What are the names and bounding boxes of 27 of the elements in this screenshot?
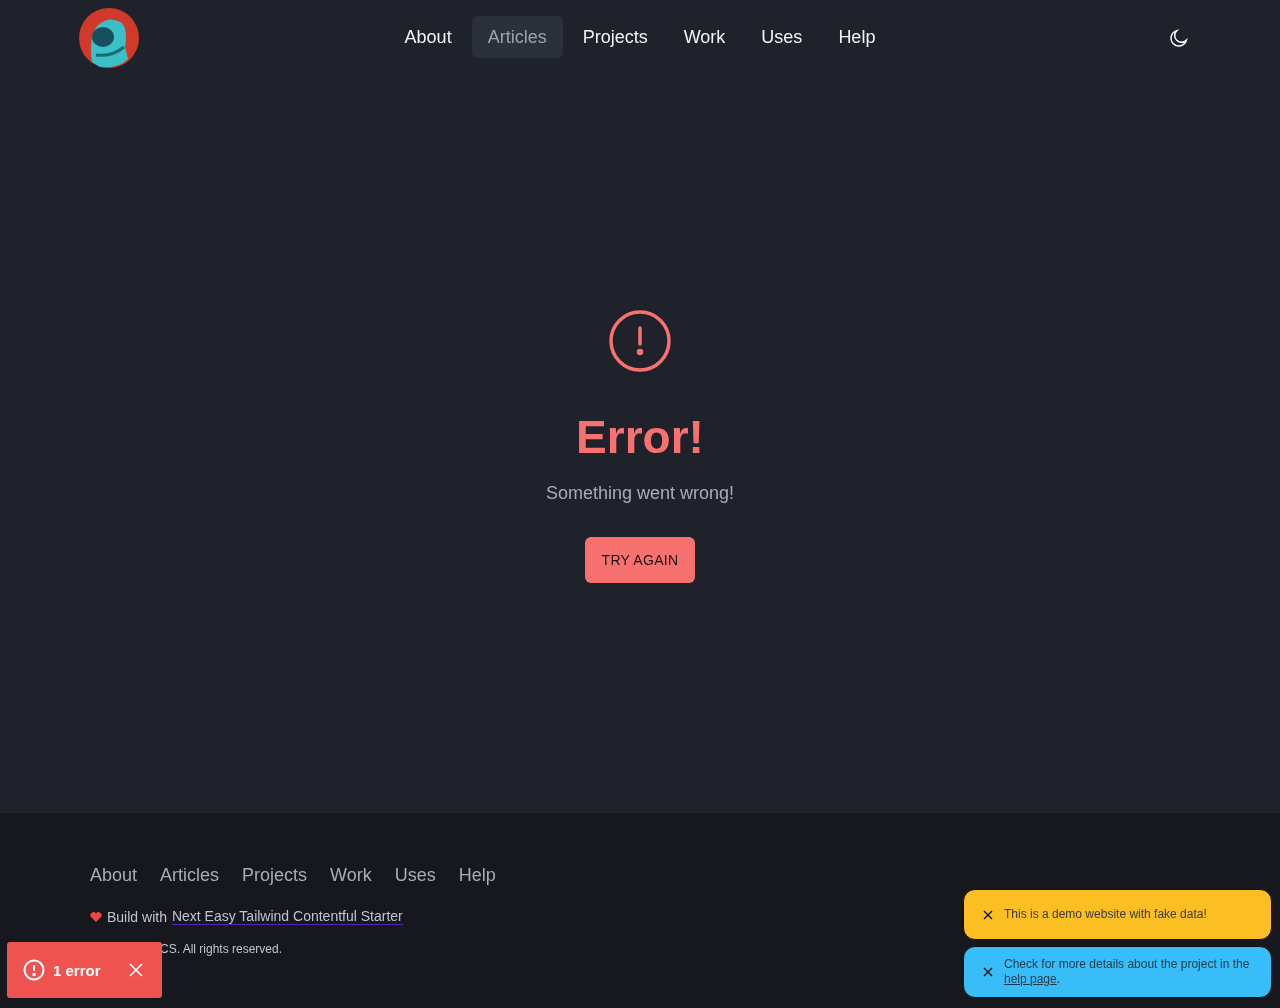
nav-link[interactable]: Work bbox=[667, 16, 742, 58]
help-page-link[interactable]: help page bbox=[1004, 972, 1057, 986]
nav-link[interactable]: Projects bbox=[566, 16, 664, 58]
error-message: Something went wrong! bbox=[545, 482, 735, 504]
nav-link[interactable]: Help bbox=[822, 16, 892, 58]
toast-message: Check for more details about the project in the help page. bbox=[1004, 957, 1251, 987]
toast-message: This is a demo website with fake data! bbox=[1004, 907, 1207, 922]
alert-icon bbox=[608, 308, 672, 373]
footer-link[interactable]: Help bbox=[458, 865, 496, 886]
footer-link[interactable]: Uses bbox=[394, 865, 436, 886]
nav-link[interactable]: About bbox=[388, 16, 468, 58]
nav-link[interactable]: Articles bbox=[471, 16, 563, 58]
heart-icon bbox=[90, 910, 102, 923]
error-title: Error! bbox=[576, 409, 704, 465]
footer-link[interactable]: Work bbox=[330, 865, 372, 886]
nav-link[interactable]: Uses bbox=[745, 16, 819, 58]
alert-icon bbox=[23, 959, 45, 981]
astronaut-avatar-icon[interactable] bbox=[78, 7, 140, 69]
footer-link[interactable]: About bbox=[90, 865, 138, 886]
footer-link[interactable]: Articles bbox=[160, 865, 220, 886]
close-icon[interactable] bbox=[982, 908, 994, 921]
close-icon[interactable] bbox=[982, 966, 994, 978]
moon-icon[interactable] bbox=[1168, 27, 1190, 49]
try-again-button[interactable]: TRY AGAIN bbox=[584, 536, 696, 583]
credit-text: Build with bbox=[107, 908, 167, 925]
starter-link[interactable]: Next Easy Tailwind Contentful Starter bbox=[171, 908, 403, 925]
footer-link[interactable]: Projects bbox=[242, 865, 308, 886]
